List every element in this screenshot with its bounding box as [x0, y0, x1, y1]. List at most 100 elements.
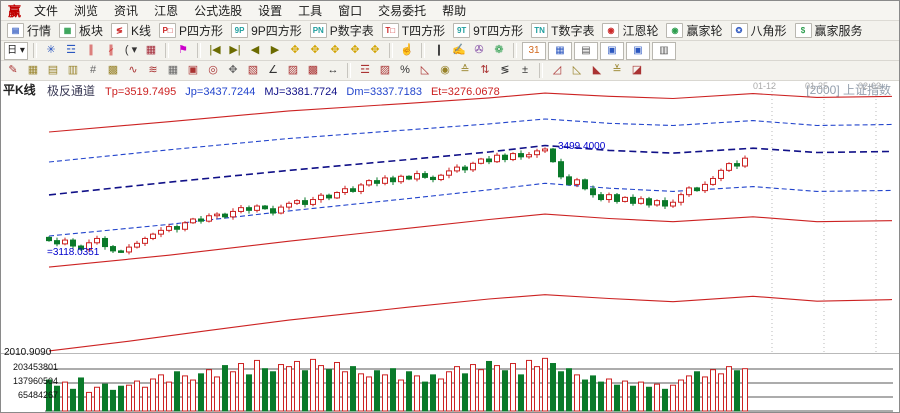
wave-tool-icon[interactable]: ∿ — [124, 63, 142, 79]
percent-tool-icon[interactable]: % — [396, 63, 414, 79]
toolbar-button-9t-square[interactable]: 9T9T四方形 — [449, 22, 527, 40]
hand-icon[interactable]: ☝ — [398, 43, 416, 59]
bracket-icon[interactable]: ( ▾ — [122, 43, 140, 59]
save-edit-icon[interactable]: ▣ — [626, 42, 650, 60]
goto-last-icon[interactable]: ▶| — [226, 43, 244, 59]
pen-tool-icon[interactable]: ✎ — [4, 63, 22, 79]
app-window: 赢 文件浏览资讯江恩公式选股设置工具窗口交易委托帮助 ▤行情▦板块≶K线P□P四… — [0, 0, 900, 413]
hash-grid-icon[interactable]: # — [84, 63, 102, 79]
toolbar-button-kline[interactable]: ≶K线 — [107, 22, 155, 40]
toolbar-button-9p-square[interactable]: 9P9P四方形 — [227, 22, 306, 40]
goto-first-icon[interactable]: |◀ — [206, 43, 224, 59]
gann-grid3-icon[interactable]: ▥ — [64, 63, 82, 79]
channel-line-Et-outer-support — [49, 214, 897, 267]
toolbar-button-winner-wheel[interactable]: ◉赢家轮 — [662, 22, 726, 40]
circle-tool-icon[interactable]: ◎ — [204, 63, 222, 79]
channel-tool-icon[interactable]: ◪ — [628, 63, 646, 79]
gann-grid-icon[interactable]: ▦ — [24, 63, 42, 79]
speed-line-icon[interactable]: ≚ — [608, 63, 626, 79]
toolbar-button-winner-service[interactable]: $赢家服务 — [791, 22, 867, 40]
menu-item-trade-order[interactable]: 交易委托 — [370, 1, 434, 20]
crosshair-icon[interactable]: ❙ — [430, 43, 448, 59]
cross-tool-icon[interactable]: ✥ — [224, 63, 242, 79]
menu-item-settings[interactable]: 设置 — [250, 1, 290, 20]
angle1-tool-icon[interactable]: ◿ — [548, 63, 566, 79]
blue-grid-icon[interactable]: ▦ — [548, 42, 572, 60]
toolbar-button-label: P数字表 — [330, 22, 374, 39]
toolbar-separator — [197, 43, 201, 58]
golden-circle-icon[interactable]: ◉ — [436, 63, 454, 79]
trend-mark-icon[interactable]: ✍ — [450, 43, 468, 59]
cycle-icon[interactable]: ❁ — [490, 43, 508, 59]
time-grid-icon[interactable]: ▩ — [104, 63, 122, 79]
updown-tool-icon[interactable]: ⇅ — [476, 63, 494, 79]
price-volume-chart[interactable] — [1, 81, 899, 413]
toolbar-button-p-square[interactable]: P□P四方形 — [155, 22, 227, 40]
winner-service-icon: $ — [795, 23, 812, 38]
chart-area[interactable]: 平K线 极反通道 Tp=3519.7495Jp=3437.7244MJ=3381… — [1, 81, 899, 413]
menu-item-browse[interactable]: 浏览 — [66, 1, 106, 20]
toolbar-button-gann-wheel[interactable]: ◉江恩轮 — [598, 22, 662, 40]
save-icon[interactable]: ▣ — [600, 42, 624, 60]
small-bars-icon[interactable]: ∥ — [82, 43, 100, 59]
scale-icon-5[interactable]: ✥ — [366, 43, 384, 59]
filter-icon[interactable]: ✇ — [470, 43, 488, 59]
trigram-tool-icon[interactable]: ☲ — [356, 63, 374, 79]
t-square-icon: T□ — [382, 23, 399, 38]
volume-axis-label: 65484267 — [1, 390, 58, 400]
box-tool-icon[interactable]: ▨ — [284, 63, 302, 79]
shade-tool-icon[interactable]: ▨ — [376, 63, 394, 79]
mark-tool-icon[interactable]: ∠ — [264, 63, 282, 79]
toolbar-button-sectors[interactable]: ▦板块 — [55, 22, 107, 40]
toolbar-button-p-number-table[interactable]: PNP数字表 — [306, 22, 378, 40]
level-tool-icon[interactable]: ≙ — [456, 63, 474, 79]
gann-wheel-icon: ◉ — [602, 23, 619, 38]
toolbar-button-t-square[interactable]: T□T四方形 — [378, 22, 449, 40]
toolbar-button-label: T数字表 — [551, 22, 594, 39]
calendar-31-icon[interactable]: 31 — [522, 42, 546, 60]
print-icon[interactable]: ▥ — [652, 42, 676, 60]
menu-item-news[interactable]: 资讯 — [106, 1, 146, 20]
scale-icon-4[interactable]: ✥ — [346, 43, 364, 59]
channel-line-outer-bottom-line — [49, 295, 897, 351]
angle3-tool-icon[interactable]: ◣ — [588, 63, 606, 79]
prev-bar-icon[interactable]: ◀ — [246, 43, 264, 59]
menu-item-tools[interactable]: 工具 — [290, 1, 330, 20]
note-icon[interactable]: ▤ — [574, 42, 598, 60]
hline-tool-icon[interactable]: ↔ — [324, 63, 342, 79]
toolbar-button-label: 板块 — [79, 22, 103, 39]
menu-item-help[interactable]: 帮助 — [434, 1, 474, 20]
toolbar-button-quotes[interactable]: ▤行情 — [3, 22, 55, 40]
menu-item-gann[interactable]: 江恩 — [146, 1, 186, 20]
small-bars2-icon[interactable]: ∦ — [102, 43, 120, 59]
angle-grid-icon[interactable]: ▧ — [244, 63, 262, 79]
flag-icon[interactable]: ⚑ — [174, 43, 192, 59]
scale-icon-2[interactable]: ✥ — [306, 43, 324, 59]
p-square-icon: P□ — [159, 23, 176, 38]
red-box-grid-icon[interactable]: ▣ — [184, 63, 202, 79]
scale-icon-1[interactable]: ✥ — [286, 43, 304, 59]
band-tool-icon[interactable]: ▩ — [304, 63, 322, 79]
plusminus-tool-icon[interactable]: ± — [516, 63, 534, 79]
red-grid-icon[interactable]: ▦ — [142, 43, 160, 59]
angle2-tool-icon[interactable]: ◺ — [568, 63, 586, 79]
retrace-tool-icon[interactable]: ◺ — [416, 63, 434, 79]
toolbar-button-octagon[interactable]: ✪八角形 — [727, 22, 791, 40]
menu-item-formula-stock-pick[interactable]: 公式选股 — [186, 1, 250, 20]
next-bar-icon[interactable]: ▶ — [266, 43, 284, 59]
menu-item-window[interactable]: 窗口 — [330, 1, 370, 20]
toolbar-button-t-number-table[interactable]: TNT数字表 — [527, 22, 598, 40]
period-selector[interactable]: 日 ▾ — [4, 42, 28, 60]
price-grid-icon[interactable]: ▦ — [164, 63, 182, 79]
menu-item-file[interactable]: 文件 — [26, 1, 66, 20]
toolbar-button-label: 9T四方形 — [473, 22, 523, 39]
period-list-icon[interactable]: ☲ — [62, 43, 80, 59]
zoom-window-icon[interactable]: ✳ — [42, 43, 60, 59]
wave2-tool-icon[interactable]: ≋ — [144, 63, 162, 79]
p-number-table-icon: PN — [310, 23, 327, 38]
gann-grid2-icon[interactable]: ▤ — [44, 63, 62, 79]
scale-icon-3[interactable]: ✥ — [326, 43, 344, 59]
fan-tool-icon[interactable]: ≶ — [496, 63, 514, 79]
draw-toolbar: ✎▦▤▥#▩∿≋▦▣◎✥▧∠▨▩↔☲▨%◺◉≙⇅≶±◿◺◣≚◪ — [1, 61, 899, 81]
chart-type-label: 平K线 — [3, 84, 36, 98]
